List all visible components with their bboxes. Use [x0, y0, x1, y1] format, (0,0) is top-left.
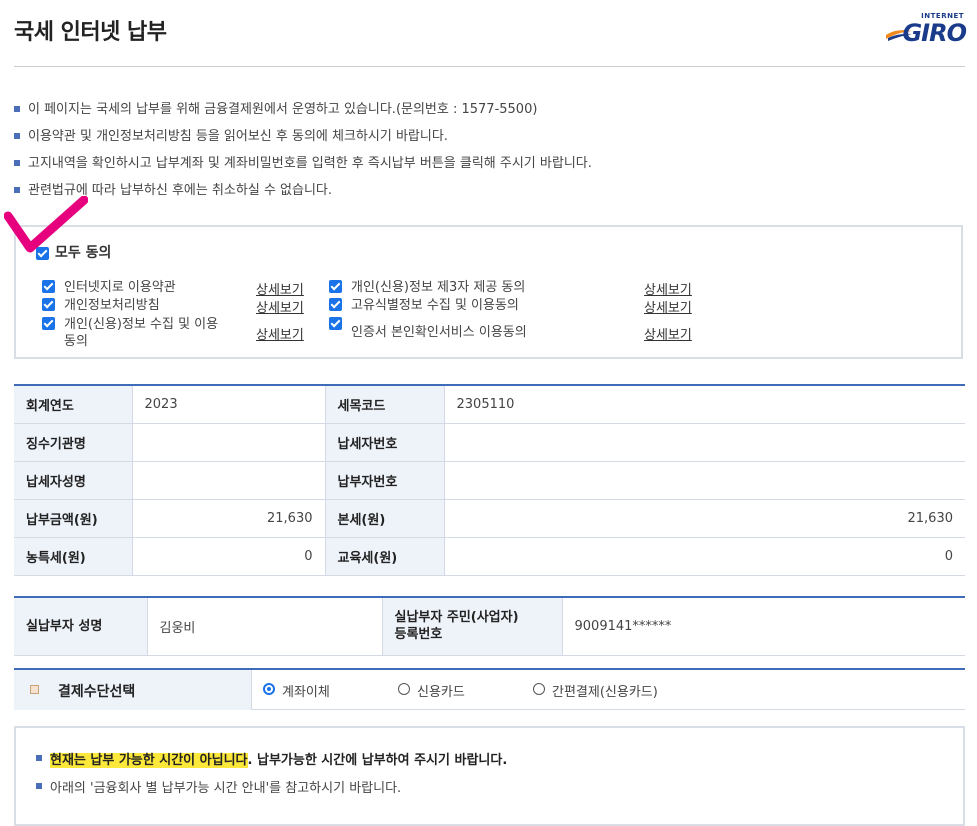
- label-fiscal-year: 회계연도: [14, 385, 133, 424]
- value-taxpayer-no: [444, 423, 965, 462]
- value-rural-tax: 0: [132, 537, 326, 576]
- payment-method-header: 결제수단선택: [14, 670, 252, 710]
- label-edu-tax: 교육세(원): [325, 537, 445, 576]
- section-marker-icon: [30, 685, 39, 694]
- page-title: 국세 인터넷 납부: [14, 20, 167, 45]
- radio-easy-pay[interactable]: [533, 683, 545, 695]
- label-payer-id: 실납부자 주민(사업자) 등록번호: [382, 597, 563, 656]
- radio-credit-card[interactable]: [398, 683, 410, 695]
- term-checkbox[interactable]: [42, 280, 55, 293]
- label-payer-no: 납부자번호: [325, 461, 445, 500]
- radio-easy-pay-label[interactable]: 간편결제(신용카드): [552, 681, 658, 700]
- value-collector: [132, 423, 326, 462]
- term-label: 개인(신용)정보 수집 및 이용: [64, 317, 219, 332]
- square-bullet-icon: [36, 755, 42, 761]
- warning-rest: . 납부가능한 시간에 납부하여 주시기 바랍니다.: [247, 753, 508, 768]
- table-row: 징수기관명 납세자번호: [14, 423, 965, 462]
- radio-account-transfer-label[interactable]: 계좌이체: [282, 681, 330, 700]
- label-payer-name: 실납부자 성명: [14, 597, 148, 656]
- value-edu-tax: 0: [444, 537, 965, 576]
- warning-line-note: 아래의 '금융회사 별 납부가능 시간 안내'를 참고하시기 바랍니다.: [36, 777, 401, 796]
- label-tax-code: 세목코드: [325, 385, 445, 424]
- term-checkbox[interactable]: [329, 298, 342, 311]
- tax-info-table: 회계연도 2023 세목코드 2305110 징수기관명 납세자번호 납세자성명…: [14, 384, 965, 576]
- value-payment-amount: 21,630: [132, 499, 326, 538]
- label-rural-tax: 농특세(원): [14, 537, 133, 576]
- label-collector: 징수기관명: [14, 423, 133, 462]
- payment-method-title: 결제수단선택: [58, 684, 136, 700]
- table-row: 납세자성명 납부자번호: [14, 461, 965, 500]
- term-label: 인터넷지로 이용약관: [64, 280, 176, 295]
- square-bullet-icon: [36, 783, 42, 789]
- detail-link-giro-terms[interactable]: 상세보기: [256, 279, 304, 298]
- header-divider: [14, 66, 965, 67]
- term-label: 동의: [64, 334, 88, 349]
- table-row: 납부금액(원) 21,630 본세(원) 21,630: [14, 499, 965, 538]
- label-taxpayer-no: 납세자번호: [325, 423, 445, 462]
- warning-highlight: 현재는 납부 가능한 시간이 아닙니다: [50, 753, 248, 768]
- label-base-tax: 본세(원): [325, 499, 445, 538]
- warning-note: 아래의 '금융회사 별 납부가능 시간 안내'를 참고하시기 바랍니다.: [50, 781, 402, 796]
- term-checkbox[interactable]: [42, 317, 55, 330]
- notice-list: 이 페이지는 국세의 납부를 위해 금융결제원에서 운영하고 있습니다.(문의번…: [14, 100, 964, 208]
- term-label: 고유식별정보 수집 및 이용동의: [351, 298, 519, 313]
- term-checkbox[interactable]: [329, 280, 342, 293]
- square-bullet-icon: [14, 106, 20, 112]
- table-row: 회계연도 2023 세목코드 2305110: [14, 385, 965, 424]
- term-cert-verification-label: 인증서 본인확인서비스 이용동의: [351, 324, 527, 341]
- detail-link-third-party[interactable]: 상세보기: [644, 279, 692, 298]
- square-bullet-icon: [14, 160, 20, 166]
- value-taxpayer-name: [132, 461, 326, 500]
- term-label: 개인정보처리방침: [64, 298, 160, 313]
- checkmark-annotation-icon: [4, 196, 88, 253]
- value-payer-name: 김웅비: [147, 597, 383, 656]
- notice-item: 이 페이지는 국세의 납부를 위해 금융결제원에서 운영하고 있습니다.(문의번…: [14, 100, 964, 127]
- payment-time-warning: 현재는 납부 가능한 시간이 아닙니다. 납부가능한 시간에 납부하여 주시기 …: [14, 726, 965, 826]
- logo-giro-text: GIRO: [902, 19, 967, 47]
- table-row: 실납부자 성명 김웅비 실납부자 주민(사업자) 등록번호 9009141***…: [14, 597, 965, 656]
- square-bullet-icon: [14, 187, 20, 193]
- warning-line-main: 현재는 납부 가능한 시간이 아닙니다. 납부가능한 시간에 납부하여 주시기 …: [36, 749, 507, 768]
- term-checkbox[interactable]: [42, 298, 55, 311]
- value-base-tax: 21,630: [444, 499, 965, 538]
- payment-method-section: 결제수단선택 계좌이체 신용카드 간편결제(신용카드): [14, 668, 965, 710]
- term-label: 개인(신용)정보 제3자 제공 동의: [351, 280, 526, 295]
- square-bullet-icon: [14, 133, 20, 139]
- radio-credit-card-label[interactable]: 신용카드: [417, 681, 465, 700]
- notice-item: 이용약관 및 개인정보처리방침 등을 읽어보신 후 동의에 체크하시기 바랍니다…: [14, 127, 964, 154]
- payer-info-table: 실납부자 성명 김웅비 실납부자 주민(사업자) 등록번호 9009141***…: [14, 596, 965, 656]
- value-fiscal-year: 2023: [132, 385, 326, 424]
- table-row: 농특세(원) 0 교육세(원) 0: [14, 537, 965, 576]
- radio-account-transfer[interactable]: [263, 683, 275, 695]
- page-header: 국세 인터넷 납부 INTERNET GIRO: [0, 0, 977, 67]
- value-tax-code: 2305110: [444, 385, 965, 424]
- giro-logo: INTERNET GIRO: [880, 12, 970, 48]
- detail-link-unique-id[interactable]: 상세보기: [644, 297, 692, 316]
- value-payer-id: 9009141******: [562, 597, 965, 656]
- label-taxpayer-name: 납세자성명: [14, 461, 133, 500]
- term-label: 인증서 본인확인서비스 이용동의: [351, 325, 527, 340]
- notice-item: 고지내역을 확인하시고 납부계좌 및 계좌비밀번호를 입력한 후 즉시납부 버튼…: [14, 154, 964, 181]
- label-payment-amount: 납부금액(원): [14, 499, 133, 538]
- detail-link-privacy-policy[interactable]: 상세보기: [256, 297, 304, 316]
- agreement-box: 모두 동의 인터넷지로 이용약관 개인정보처리방침 개인(신용)정보 수집 및 …: [14, 225, 963, 359]
- detail-link-cert[interactable]: 상세보기: [644, 324, 692, 343]
- term-checkbox[interactable]: [329, 317, 342, 330]
- value-payer-no: [444, 461, 965, 500]
- notice-item: 관련법규에 따라 납부하신 후에는 취소하실 수 없습니다.: [14, 181, 964, 208]
- detail-link-personal-info[interactable]: 상세보기: [256, 324, 304, 343]
